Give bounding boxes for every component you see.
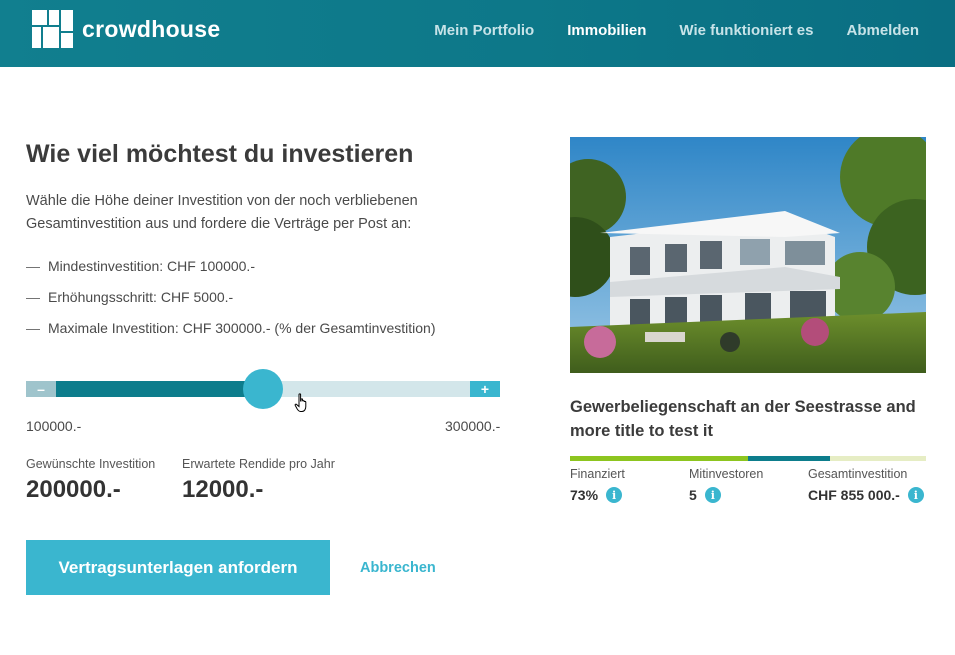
progress-financed [570,456,748,461]
desired-investment: Gewünschte Investition 200000.- [26,457,155,504]
fact-item: — Erhöhungsschritt: CHF 5000.- [26,289,234,305]
range-min-label: 100000.- [26,418,82,434]
investment-slider[interactable]: – + [26,369,500,409]
nav-mein-portfolio[interactable]: Mein Portfolio [434,22,534,39]
slider-fill [56,381,263,397]
desired-investment-value: 200000.- [26,476,121,503]
slider-handle[interactable] [243,369,283,409]
crowdhouse-logo-icon [32,10,73,48]
progress-investors [748,456,830,461]
intro-text: Wähle die Höhe deiner Investition von de… [26,193,418,232]
brand-name: crowdhouse [82,15,221,42]
expected-return: Erwartete Rendide pro Jahr 12000.- [182,457,335,504]
fact-item: — Mindestinvestition: CHF 100000.- [26,258,255,274]
cancel-link[interactable]: Abbrechen [360,560,436,576]
kpi-value: 5 [689,487,697,503]
investment-facts: — Mindestinvestition: CHF 100000.- — Erhöh… [26,255,435,348]
kpi-value: 73% [570,487,599,503]
kpi-financed: Finanziert 73% i [570,467,625,503]
kpi-total-investment: Gesamtinvestition CHF 855 000.- i [808,467,924,503]
info-icon[interactable]: i [704,487,721,503]
kpi-co-investors: Mitinvestoren 5 i [689,467,763,503]
kpi-label: Gesamtinvestition [808,467,908,481]
nav-wie-funktioniert-es[interactable]: Wie funktioniert es [679,22,813,39]
request-contracts-button[interactable]: Vertragsunterlagen anfordern [26,540,330,595]
range-max-label: 300000.- [445,418,501,434]
property-title: Gewerbeliegenschaft an der Seestrasse an… [570,398,916,440]
fact-item: — Maximale Investition: CHF 300000.- (% d… [26,320,436,336]
info-icon[interactable]: i [907,487,924,503]
kpi-label: Finanziert [570,467,625,481]
main-nav: Mein Portfolio Immobilien Wie funktionie… [434,22,919,39]
increase-button[interactable]: + [470,381,500,397]
nav-abmelden[interactable]: Abmelden [846,22,919,39]
expected-return-value: 12000.- [182,476,264,503]
page-title: Wie viel möchtest du investieren [26,140,414,168]
info-icon[interactable]: i [606,487,623,503]
top-bar: crowdhouse Mein Portfolio Immobilien Wie… [0,0,955,67]
hand-cursor-icon [294,393,307,412]
property-photo [570,137,926,373]
brand-logo[interactable]: crowdhouse [32,10,220,48]
kpi-label: Mitinvestoren [689,467,764,481]
decrease-button[interactable]: – [26,381,56,397]
kpi-value: CHF 855 000.- [808,487,900,503]
desired-investment-label: Gewünschte Investition [26,457,156,471]
nav-immobilien[interactable]: Immobilien [567,22,646,39]
expected-return-label: Erwartete Rendide pro Jahr [182,457,335,471]
financing-progress-bar [570,456,926,461]
